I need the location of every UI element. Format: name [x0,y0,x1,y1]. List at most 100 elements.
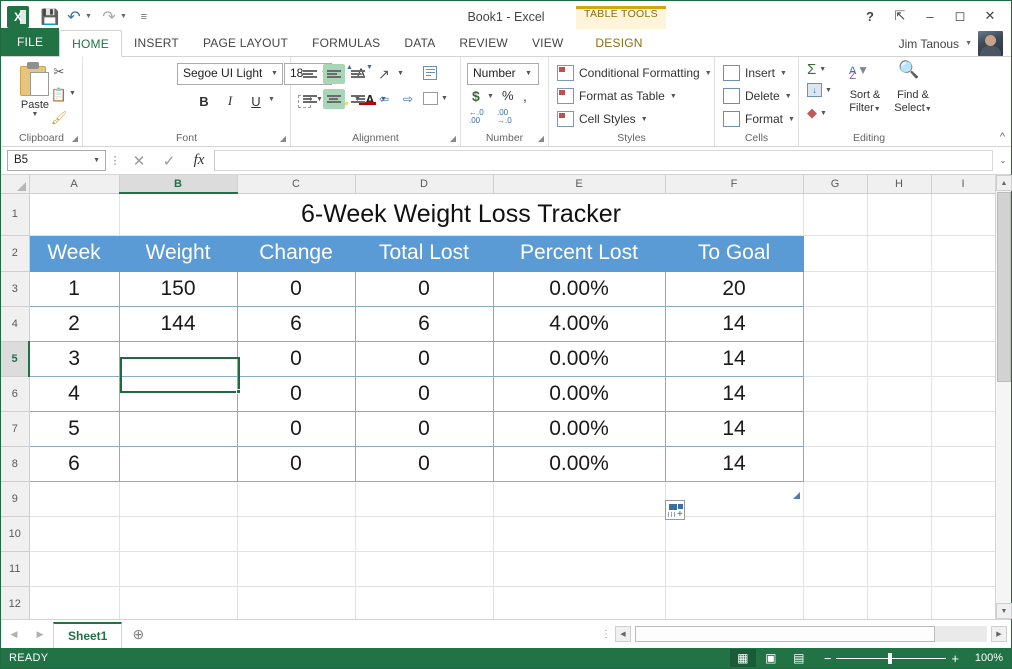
collapse-ribbon-button[interactable]: ^ [1000,131,1005,143]
cell-h2[interactable] [867,235,932,272]
cell-b5-selected[interactable] [118,341,238,377]
cell-g12[interactable] [803,586,868,619]
row-header-4[interactable]: 4 [1,306,30,342]
cell-c6[interactable]: 0 [236,376,356,412]
tab-insert[interactable]: INSERT [122,29,191,56]
cell-e2-header-percent-lost[interactable]: Percent Lost [492,235,666,272]
cell-h1[interactable] [867,193,932,236]
cell-h4[interactable] [867,306,932,342]
cell-a1[interactable] [29,193,120,236]
split-handle[interactable]: ⋮ [601,629,611,640]
cell-f10[interactable] [665,516,804,552]
cell-b3[interactable]: 150 [118,271,238,307]
quick-analysis-icon[interactable]: + [665,500,685,520]
vertical-scroll-thumb[interactable] [997,192,1011,382]
cell-c10[interactable] [237,516,356,552]
format-painter-button[interactable]: 🖌 [47,107,71,129]
zoom-level-label[interactable]: 100% [967,652,1003,664]
cell-styles-caret-icon[interactable]: ▼ [641,116,648,123]
account-dropdown-caret-icon[interactable]: ▼ [965,40,972,47]
cell-d6[interactable]: 0 [354,376,494,412]
scroll-up-button[interactable]: ▲ [996,175,1012,191]
cell-d5[interactable]: 0 [354,341,494,377]
cell-b7[interactable] [118,411,238,447]
paste-dropdown-caret-icon[interactable]: ▼ [32,111,39,118]
scroll-left-button[interactable]: ◀ [615,626,631,642]
cell-g9[interactable] [803,481,868,517]
cell-d2-header-total-lost[interactable]: Total Lost [354,235,494,272]
column-header-b[interactable]: B [119,175,238,194]
cell-d9[interactable] [355,481,494,517]
align-right-button[interactable] [347,89,369,109]
cell-styles-button[interactable]: Cell Styles ▼ [557,108,648,130]
row-header-1[interactable]: 1 [1,193,30,236]
page-layout-view-icon[interactable]: ▣ [758,649,784,667]
cell-f2-header-to-goal[interactable]: To Goal [664,235,804,272]
cell-a9[interactable] [29,481,120,517]
tab-data[interactable]: DATA [392,29,447,56]
cell-c7[interactable]: 0 [236,411,356,447]
row-header-7[interactable]: 7 [1,411,30,447]
alignment-dialog-launcher[interactable]: ◢ [450,134,456,143]
fill-handle[interactable] [236,389,241,394]
align-left-button[interactable] [299,89,321,109]
align-center-button[interactable] [323,89,345,109]
cell-d11[interactable] [355,551,494,587]
italic-button[interactable]: I [219,90,241,112]
cell-b10[interactable] [119,516,238,552]
cell-e9[interactable] [493,481,666,517]
column-header-a[interactable]: A [29,175,120,194]
cell-g7[interactable] [803,411,868,447]
cell-a12[interactable] [29,586,120,619]
name-box[interactable]: B5 ▼ [7,150,106,171]
cell-g10[interactable] [803,516,868,552]
cell-g5[interactable] [803,341,868,377]
fill-caret-icon[interactable]: ▼ [825,87,832,94]
cell-f6[interactable]: 14 [664,376,804,412]
tab-file[interactable]: FILE [1,28,60,56]
merge-center-button[interactable] [419,88,441,108]
find-select-button[interactable]: Find & Select▼ [889,89,937,116]
cell-b6[interactable] [118,376,238,412]
cell-h5[interactable] [867,341,932,377]
tab-page-layout[interactable]: PAGE LAYOUT [191,29,300,56]
minimize-icon[interactable]: – [915,5,945,27]
merge-center-caret-icon[interactable]: ▼ [441,95,448,102]
cell-a11[interactable] [29,551,120,587]
expand-formula-bar-icon[interactable]: ⌄ [995,156,1011,165]
cell-i12[interactable] [931,586,996,619]
horizontal-scroll-thumb[interactable] [635,626,935,642]
decrease-indent-button[interactable]: ⇦ [373,89,395,109]
cell-c8[interactable]: 0 [236,446,356,482]
autosum-button[interactable]: Σ ▼ [807,61,826,78]
cell-h8[interactable] [867,446,932,482]
comma-style-button[interactable]: , [523,88,527,104]
zoom-slider[interactable] [836,652,947,664]
cell-d7[interactable]: 0 [354,411,494,447]
zoom-in-button[interactable]: + [951,651,959,666]
cell-c9[interactable] [237,481,356,517]
cell-i3[interactable] [931,271,996,307]
new-sheet-button[interactable]: ⊕ [122,626,154,643]
conditional-formatting-button[interactable]: Conditional Formatting ▼ [557,62,712,84]
middle-align-button[interactable] [323,64,345,84]
copy-button[interactable]: 📋 [47,84,71,106]
formula-input[interactable] [214,150,993,171]
cell-i11[interactable] [931,551,996,587]
number-format-caret-icon[interactable]: ▼ [525,70,544,77]
cut-button[interactable]: ✂ [47,61,71,83]
cell-d12[interactable] [355,586,494,619]
cell-h3[interactable] [867,271,932,307]
previous-sheet-button[interactable]: ◀ [1,623,27,645]
top-align-button[interactable] [299,64,321,84]
underline-caret-icon[interactable]: ▼ [268,96,275,103]
format-as-table-button[interactable]: Format as Table ▼ [557,85,677,107]
cell-h9[interactable] [867,481,932,517]
insert-function-icon[interactable]: fx [184,150,214,172]
zoom-slider-thumb[interactable] [888,652,893,664]
help-icon[interactable]: ? [855,5,885,27]
cell-b8[interactable] [118,446,238,482]
cell-f9[interactable] [665,481,804,517]
cell-g11[interactable] [803,551,868,587]
cell-g2[interactable] [803,235,868,272]
